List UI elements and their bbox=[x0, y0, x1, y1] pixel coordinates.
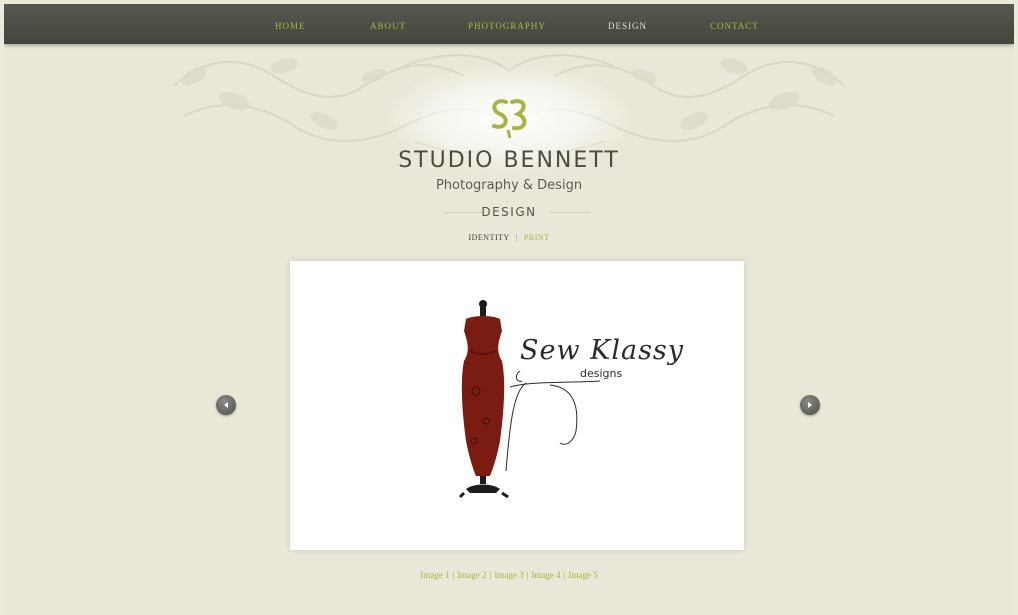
sb-monogram-icon bbox=[492, 99, 527, 139]
image-link-3[interactable]: Image 3 bbox=[494, 570, 523, 580]
section-heading: DESIGN bbox=[481, 205, 537, 219]
nav-about[interactable]: ABOUT bbox=[370, 21, 406, 31]
page-frame: HOME ABOUT PHOTOGRAPHY DESIGN CONTACT ST… bbox=[4, 4, 1014, 615]
chevron-right-icon bbox=[808, 402, 812, 408]
artwork-script-title: Sew Klassy bbox=[520, 335, 685, 366]
image-link-separator: | bbox=[526, 570, 529, 580]
subnav-separator: | bbox=[515, 233, 518, 242]
image-link-separator: | bbox=[563, 570, 566, 580]
top-navigation: HOME ABOUT PHOTOGRAPHY DESIGN CONTACT bbox=[4, 4, 1014, 44]
nav-home[interactable]: HOME bbox=[275, 21, 306, 31]
image-link-4[interactable]: Image 4 bbox=[531, 570, 560, 580]
dress-form-illustration bbox=[458, 300, 601, 499]
chevron-left-icon bbox=[224, 402, 228, 408]
image-link-separator: | bbox=[452, 570, 455, 580]
subnav-print[interactable]: PRINT bbox=[524, 233, 550, 242]
image-viewer: Sew Klassy designs bbox=[290, 261, 744, 550]
brand-title: STUDIO BENNETT bbox=[398, 148, 620, 173]
image-link-1[interactable]: Image 1 bbox=[420, 570, 449, 580]
image-link-5[interactable]: Image 5 bbox=[569, 570, 598, 580]
nav-design[interactable]: DESIGN bbox=[608, 21, 647, 31]
design-subnav: IDENTITY | PRINT bbox=[4, 233, 1014, 242]
artwork-designs-label: designs bbox=[580, 367, 623, 380]
image-link-separator: | bbox=[489, 570, 492, 580]
brand-subtitle: Photography & Design bbox=[435, 178, 583, 193]
nav-photography[interactable]: PHOTOGRAPHY bbox=[468, 21, 546, 31]
image-pagination: Image 1 | Image 2 | Image 3 | Image 4 | Image 5 bbox=[4, 570, 1014, 580]
subnav-identity[interactable]: IDENTITY bbox=[468, 233, 509, 242]
heading-rule-right bbox=[550, 212, 590, 213]
prev-image-button[interactable] bbox=[216, 395, 236, 415]
next-image-button[interactable] bbox=[800, 395, 820, 415]
nav-contact[interactable]: CONTACT bbox=[710, 21, 759, 31]
image-link-2[interactable]: Image 2 bbox=[457, 570, 486, 580]
